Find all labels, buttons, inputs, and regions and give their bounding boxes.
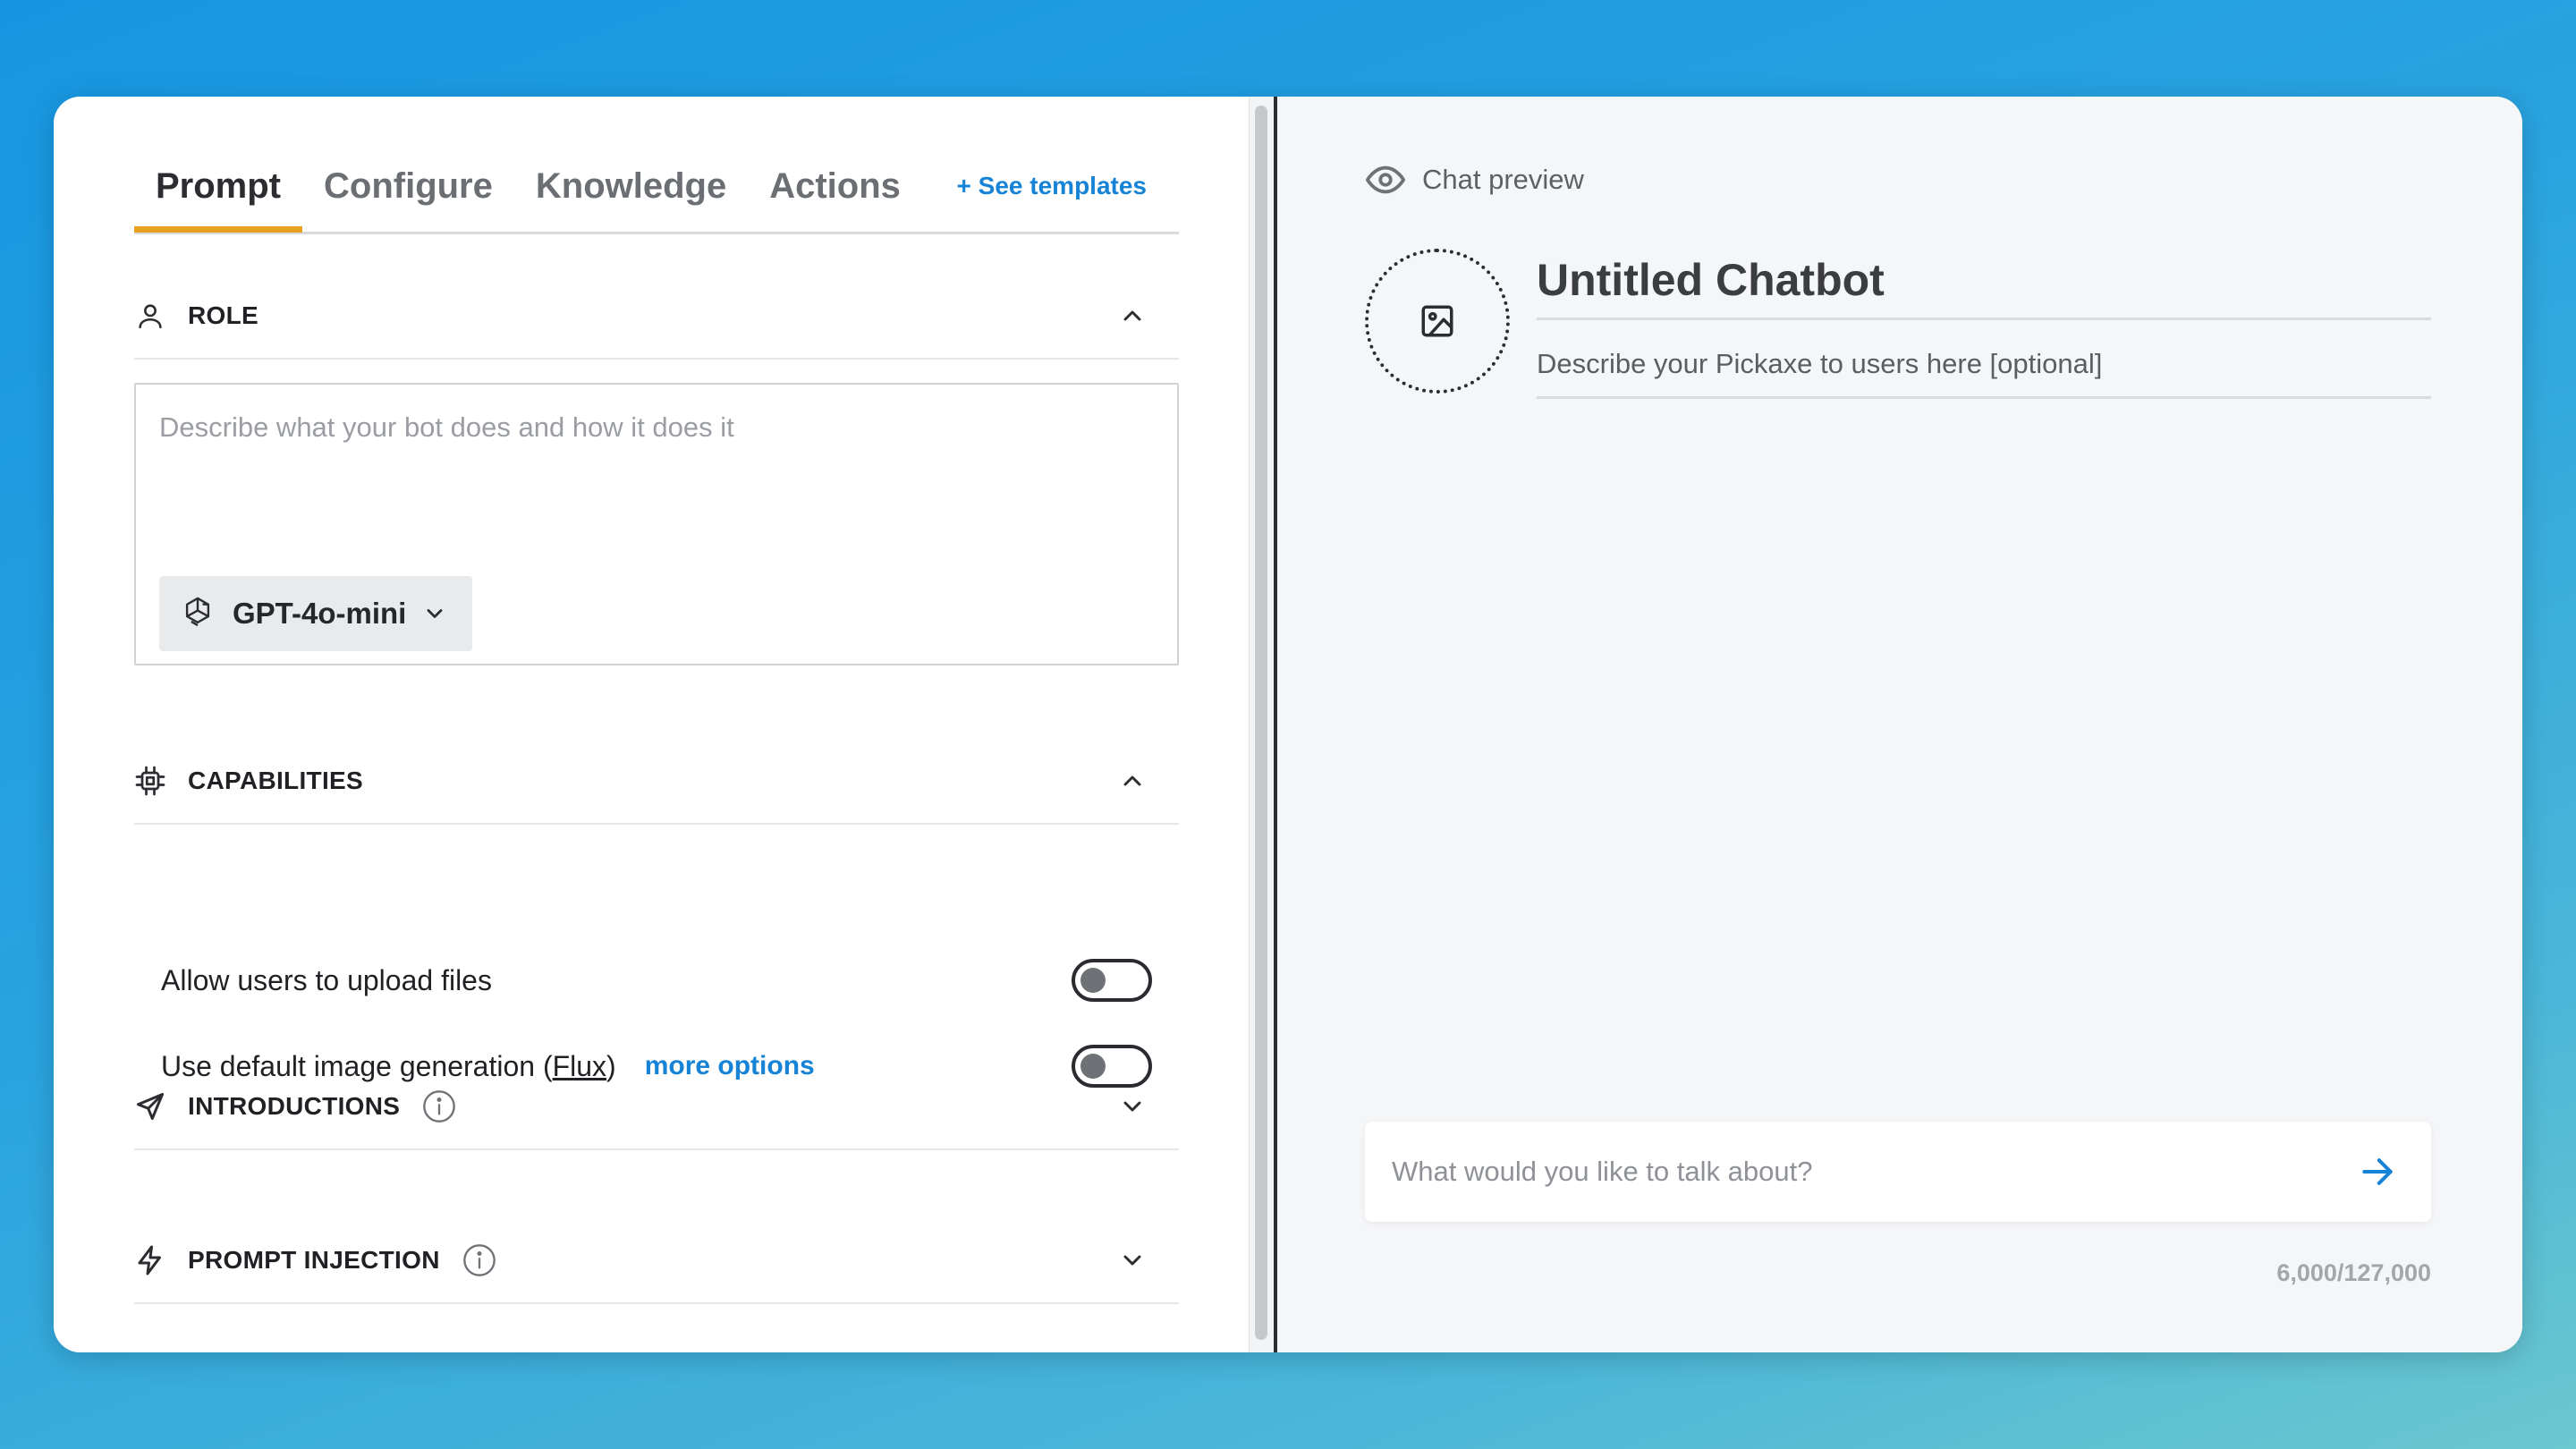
openai-logo-icon [181,595,215,633]
editor-tabs: Prompt Configure Knowledge Actions + See… [134,154,1179,234]
chevron-down-icon[interactable] [1118,1246,1147,1275]
see-templates-link[interactable]: + See templates [957,154,1179,218]
bot-name-field[interactable]: Untitled Chatbot [1537,249,2431,320]
upload-files-row: Allow users to upload files [161,955,1152,1005]
image-icon [1421,305,1453,337]
role-textarea[interactable] [136,385,1177,555]
chevron-down-icon[interactable] [1118,1092,1147,1121]
role-section-title: ROLE [188,301,258,329]
chip-icon [134,765,166,797]
capabilities-section-header[interactable]: CAPABILITIES [134,739,1179,825]
bot-description-field[interactable]: Describe your Pickaxe to users here [opt… [1537,338,2431,399]
role-section-header[interactable]: ROLE [134,274,1179,360]
chat-preview-panel: Chat preview Untitled Chatbot Describe y… [1277,97,2522,1352]
tab-knowledge[interactable]: Knowledge [514,154,748,233]
chat-preview-header: Chat preview [1365,159,1584,200]
eye-icon [1365,165,1406,194]
bot-avatar-upload[interactable] [1365,249,1510,394]
info-icon[interactable] [421,1089,457,1124]
app-window: Prompt Configure Knowledge Actions + See… [54,97,2522,1352]
chat-preview-label: Chat preview [1422,164,1584,195]
chevron-down-icon [427,609,443,618]
introductions-section-title: INTRODUCTIONS [188,1092,401,1120]
user-icon [134,300,166,332]
info-icon[interactable] [462,1242,497,1278]
lightning-icon [134,1244,166,1276]
tab-actions[interactable]: Actions [748,154,922,233]
chat-message-input[interactable] [1365,1122,2358,1222]
send-arrow-icon[interactable] [2358,1152,2397,1191]
upload-files-label: Allow users to upload files [161,963,492,996]
chevron-up-icon[interactable] [1118,301,1147,330]
editor-scrollbar[interactable] [1249,97,1274,1352]
tab-configure[interactable]: Configure [302,154,514,233]
prompt-injection-section-title: PROMPT INJECTION [188,1246,440,1274]
introductions-section-header[interactable]: INTRODUCTIONS [134,1064,1179,1150]
upload-files-toggle[interactable] [1072,959,1152,1002]
editor-panel: Prompt Configure Knowledge Actions + See… [54,97,1274,1352]
model-name: GPT-4o-mini [233,597,407,630]
chevron-up-icon[interactable] [1118,767,1147,795]
scrollbar-thumb[interactable] [1255,106,1267,1340]
prompt-injection-section-header[interactable]: PROMPT INJECTION [134,1218,1179,1304]
send-arrow-icon [134,1090,166,1123]
chat-input-box [1365,1122,2431,1222]
model-selector-button[interactable]: GPT-4o-mini [159,576,473,651]
character-counter: 6,000/127,000 [2276,1259,2431,1286]
role-editor: GPT-4o-mini [134,383,1179,665]
tab-prompt[interactable]: Prompt [134,154,302,233]
capabilities-section-title: CAPABILITIES [188,767,363,794]
